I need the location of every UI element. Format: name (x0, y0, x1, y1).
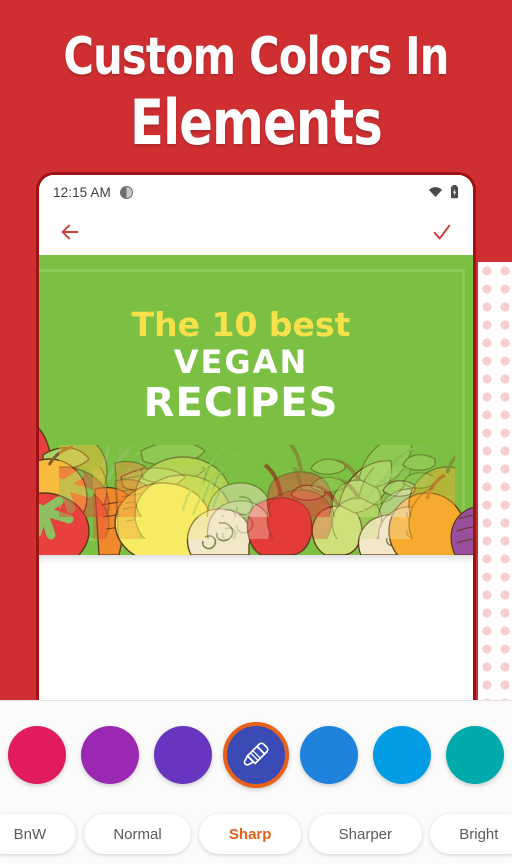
vegetable-illustration (39, 415, 473, 555)
filter-chip-bnw[interactable]: BnW (0, 814, 76, 854)
filter-chip-sharp[interactable]: Sharp (199, 814, 302, 854)
checkmark-icon[interactable] (431, 221, 453, 243)
poster-text-block: The 10 best VEGAN RECIPES (39, 305, 473, 426)
color-swatch-blue[interactable] (300, 726, 359, 784)
color-swatch-indigo-selected[interactable] (222, 722, 289, 788)
dot-pattern-decoration (478, 262, 512, 702)
poster-line-1: The 10 best (131, 305, 351, 344)
wifi-icon (428, 187, 443, 197)
poster-line-3: RECIPES (143, 380, 339, 426)
filter-chip-row: BnW Normal Sharp Sharper Bright (0, 809, 512, 863)
editor-canvas[interactable]: The 10 best VEGAN RECIPES (39, 255, 473, 702)
color-swatch-light-blue[interactable] (373, 726, 432, 784)
color-swatch-deep-purple[interactable] (153, 726, 212, 784)
promo-headline-line2: Elements (130, 86, 383, 159)
poster-line-2: VEGAN (173, 343, 309, 381)
status-bar-indicators (428, 185, 459, 199)
back-arrow-icon[interactable] (59, 221, 81, 243)
app-bar (39, 209, 473, 255)
color-swatch-purple[interactable] (80, 726, 139, 784)
filter-chip-bright[interactable]: Bright (429, 814, 512, 854)
status-bar-time: 12:15 AM (53, 184, 111, 200)
color-swatch-teal[interactable] (446, 726, 505, 784)
editor-bottom-sheet: BnW Normal Sharp Sharper Bright (0, 700, 512, 864)
filter-chip-sharper[interactable]: Sharper (309, 814, 422, 854)
promo-headline-line1: Custom Colors In (63, 27, 449, 87)
status-bar: 12:15 AM (39, 175, 473, 209)
half-circle-icon (119, 185, 133, 199)
phone-mockup: 12:15 AM The 10 best VEGAN RECIPES (36, 172, 476, 702)
eyedropper-icon (243, 742, 269, 766)
color-swatch-crimson[interactable] (7, 726, 66, 784)
filter-chip-normal[interactable]: Normal (83, 814, 192, 854)
promo-screenshot: Custom Colors In Elements 12:15 AM The 1… (0, 0, 512, 864)
battery-charging-icon (451, 185, 458, 199)
promo-headline: Custom Colors In Elements (0, 0, 512, 172)
poster-element[interactable]: The 10 best VEGAN RECIPES (39, 255, 473, 555)
color-swatch-row (0, 701, 512, 809)
